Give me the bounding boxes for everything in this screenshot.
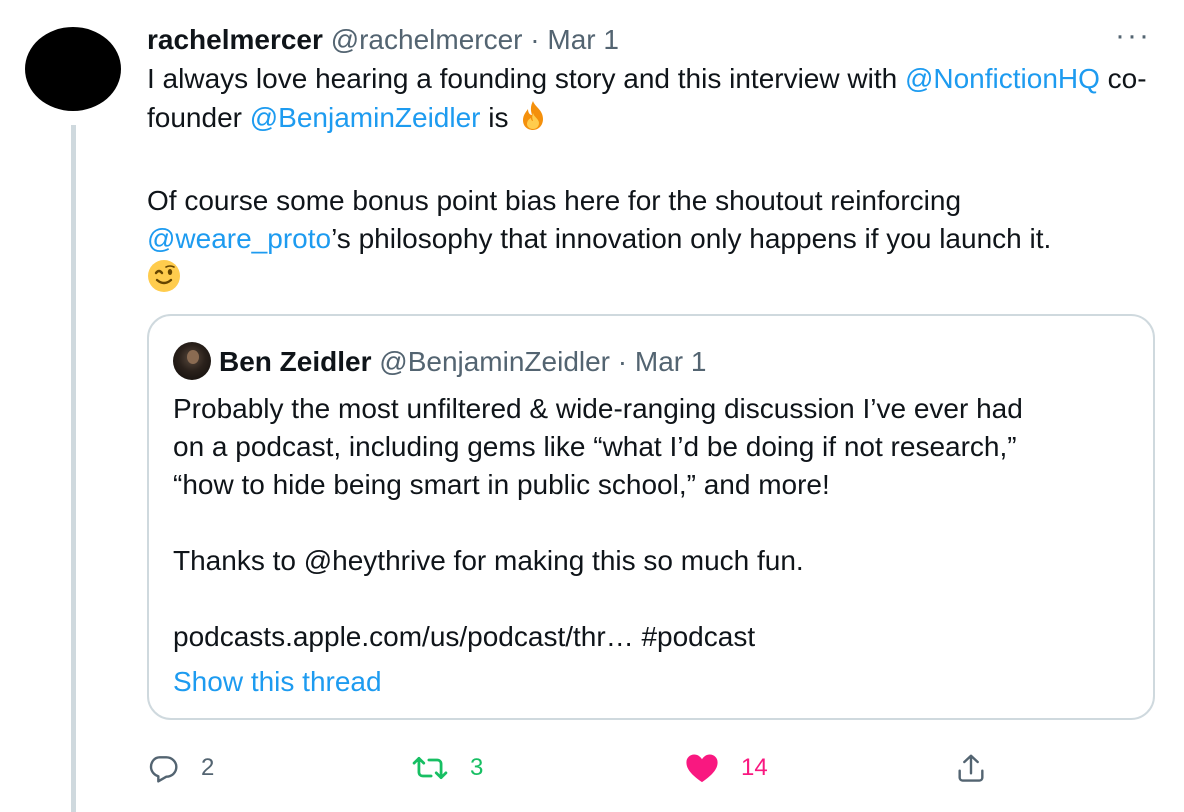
avatar[interactable]	[25, 27, 121, 111]
quoted-line: Thanks to @heythrive for making this so …	[173, 545, 804, 576]
quoted-author-name: Ben Zeidler	[219, 346, 372, 377]
text-segment: I always love hearing a founding story a…	[147, 63, 905, 94]
tweet-paragraph-2: Of course some bonus point bias here for…	[147, 182, 1157, 304]
quoted-tweet-text: Probably the most unfiltered & wide-rang…	[173, 390, 1133, 656]
quoted-date: Mar 1	[634, 346, 707, 377]
like-button[interactable]: 14	[685, 745, 768, 791]
quoted-tweet[interactable]: Ben Zeidler @BenjaminZeidler · Mar 1 Pro…	[147, 314, 1155, 720]
tweet-actions: 2 3 14	[147, 745, 1007, 791]
mention-weare-proto[interactable]: @weare_proto	[147, 223, 331, 254]
quoted-separator: ·	[617, 346, 628, 377]
tweet-header: rachelmercer @rachelmercer · Mar 1	[147, 20, 619, 60]
heart-icon	[685, 752, 719, 784]
quoted-tweet-header: Ben Zeidler @BenjaminZeidler · Mar 1	[173, 342, 706, 380]
text-segment: ’s philosophy that innovation only happe…	[331, 223, 1052, 254]
header-separator: ·	[530, 24, 540, 55]
quoted-line: Probably the most unfiltered & wide-rang…	[173, 393, 1023, 424]
tweet-date[interactable]: Mar 1	[547, 24, 619, 55]
quoted-author-handle: @BenjaminZeidler	[379, 346, 611, 377]
like-count: 14	[741, 754, 768, 781]
tweet-text: I always love hearing a founding story a…	[147, 60, 1157, 303]
thread-line	[71, 125, 76, 812]
quoted-avatar	[173, 342, 211, 380]
tweet[interactable]: rachelmercer @rachelmercer · Mar 1 ··· I…	[0, 0, 1184, 812]
fire-emoji-icon	[516, 99, 550, 144]
retweet-icon	[412, 752, 448, 784]
reply-button[interactable]: 2	[147, 745, 214, 791]
author-handle[interactable]: @rachelmercer	[331, 24, 523, 55]
text-segment: is	[480, 101, 517, 133]
mention-nonfictionhq[interactable]: @NonfictionHQ	[905, 63, 1100, 94]
quoted-line: “how to hide being smart in public schoo…	[173, 469, 830, 500]
more-options-button[interactable]: ···	[1115, 20, 1151, 60]
share-icon	[955, 752, 987, 784]
quoted-line: on a podcast, including gems like “what …	[173, 431, 1017, 462]
tweet-paragraph-1: I always love hearing a founding story a…	[147, 60, 1157, 143]
reply-icon	[147, 752, 179, 784]
mention-benjaminzeidler[interactable]: @BenjaminZeidler	[250, 102, 481, 133]
winking-face-icon	[147, 259, 181, 304]
text-segment: Of course some bonus point bias here for…	[147, 184, 962, 216]
retweet-button[interactable]: 3	[412, 745, 483, 791]
author-name[interactable]: rachelmercer	[147, 24, 323, 55]
reply-count: 2	[201, 754, 215, 781]
quoted-line: podcasts.apple.com/us/podcast/thr… #podc…	[173, 621, 756, 652]
retweet-count: 3	[470, 754, 484, 781]
share-button[interactable]	[955, 745, 987, 791]
show-thread-link[interactable]: Show this thread	[173, 663, 382, 701]
